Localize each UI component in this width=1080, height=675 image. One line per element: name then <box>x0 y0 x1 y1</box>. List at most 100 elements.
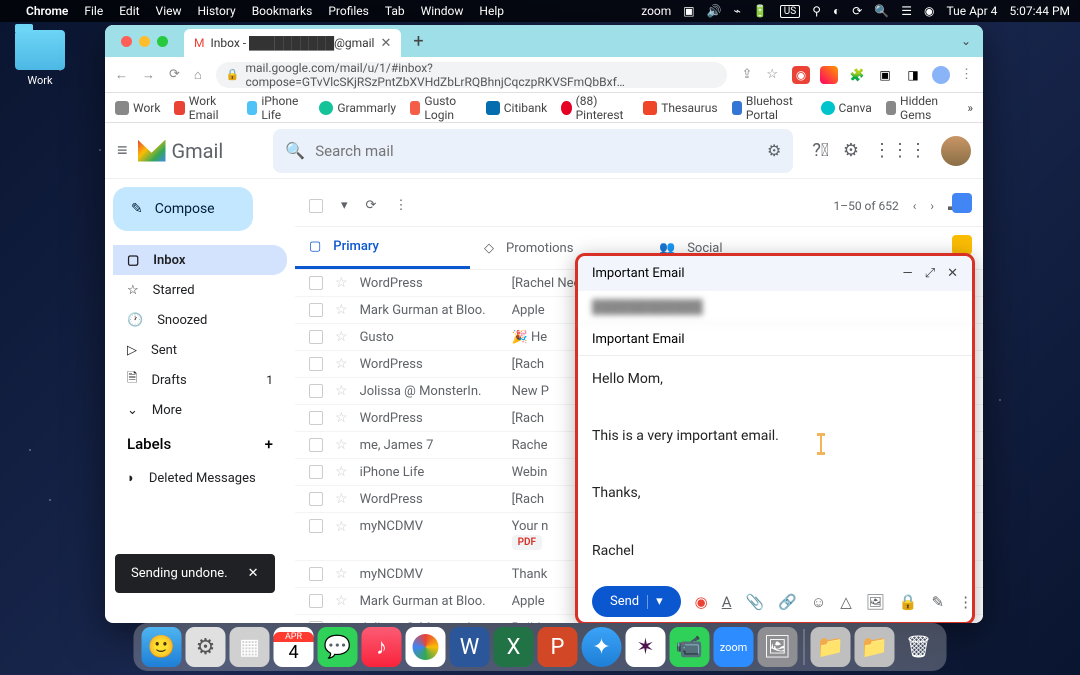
browser-tab[interactable]: M Inbox - ██████████@gmail ✕ <box>184 29 401 57</box>
signature-button[interactable]: ✎ <box>932 593 945 611</box>
minimize-compose-button[interactable]: — <box>903 266 913 281</box>
close-compose-button[interactable]: ✕ <box>947 266 958 281</box>
bookmark-item[interactable]: Hidden Gems <box>886 94 954 122</box>
sidebar-item-label[interactable]: ◗Deleted Messages <box>113 463 287 493</box>
user-icon[interactable]: ◐ <box>833 4 840 18</box>
star-button[interactable]: ☆ <box>335 329 348 345</box>
star-button[interactable]: ☆ <box>335 383 348 399</box>
bookmark-item[interactable]: Gusto Login <box>410 94 472 122</box>
select-dropdown[interactable]: ▾ <box>341 198 348 213</box>
dock-word[interactable]: W <box>450 627 490 667</box>
volume-icon[interactable]: 🔊 <box>707 4 722 18</box>
sidepanel-button[interactable]: ◨ <box>904 66 922 84</box>
reload-button[interactable]: ⟳ <box>169 67 180 82</box>
drive-button[interactable]: △ <box>840 593 852 611</box>
extensions-button[interactable]: 🧩 <box>848 66 866 84</box>
star-button[interactable]: ☆ <box>335 437 348 453</box>
emoji-button[interactable]: ☺ <box>811 593 826 611</box>
dock-facetime[interactable]: 📹 <box>670 627 710 667</box>
email-checkbox[interactable] <box>309 465 323 479</box>
bookmark-item[interactable]: Thesaurus <box>643 101 717 115</box>
dock-chrome[interactable] <box>406 627 446 667</box>
app-name[interactable]: Chrome <box>26 4 68 18</box>
home-button[interactable]: ⌂ <box>194 67 202 83</box>
extension-icon[interactable]: ◉ <box>792 66 810 84</box>
menu-edit[interactable]: Edit <box>119 4 139 18</box>
email-checkbox[interactable] <box>309 519 323 533</box>
bookmarks-overflow[interactable]: » <box>967 101 973 115</box>
extension-icon[interactable] <box>820 66 838 84</box>
new-tab-button[interactable]: + <box>413 31 423 52</box>
wifi-icon[interactable]: ⚲ <box>812 4 821 18</box>
dock-messages[interactable]: 💬 <box>318 627 358 667</box>
back-button[interactable]: ← <box>115 67 128 83</box>
prev-page-button[interactable]: ‹ <box>913 199 917 213</box>
share-button[interactable]: ⇪ <box>741 67 752 82</box>
bookmark-item[interactable]: Canva <box>821 101 872 115</box>
address-bar[interactable]: 🔒 mail.google.com/mail/u/1/#inbox?compos… <box>216 62 728 88</box>
menubar-time[interactable]: 5:07:44 PM <box>1009 4 1070 18</box>
screenshare-icon[interactable]: ▣ <box>683 4 694 18</box>
search-input[interactable] <box>305 142 767 160</box>
search-options-button[interactable]: ⚙ <box>767 141 781 160</box>
bookmark-item[interactable]: Bluehost Portal <box>732 94 807 122</box>
siri-icon[interactable]: ◉ <box>924 4 934 18</box>
dock-folder[interactable]: 📁 <box>811 627 851 667</box>
next-page-button[interactable]: › <box>930 199 934 213</box>
desktop-folder-work[interactable]: Work <box>15 30 65 87</box>
menu-bookmarks[interactable]: Bookmarks <box>252 4 313 18</box>
dock-preview[interactable]: 🖼 <box>758 627 798 667</box>
keep-addon-icon[interactable] <box>952 235 972 255</box>
email-checkbox[interactable] <box>309 438 323 452</box>
compose-header[interactable]: Important Email — ⤢ ✕ <box>578 256 972 291</box>
toast-close-button[interactable]: ✕ <box>248 566 259 581</box>
dock-launchpad[interactable]: ▦ <box>230 627 270 667</box>
dock-slack[interactable]: ✶ <box>626 627 666 667</box>
chrome-menu-button[interactable]: ⋮ <box>960 67 973 82</box>
menubar-date[interactable]: Tue Apr 4 <box>947 4 998 18</box>
confidential-button[interactable]: 🔒 <box>899 593 918 611</box>
email-checkbox[interactable] <box>309 567 323 581</box>
window-maximize-button[interactable] <box>157 36 168 47</box>
bookmark-item[interactable]: iPhone Life <box>247 94 305 122</box>
dock-excel[interactable]: X <box>494 627 534 667</box>
sidebar-item-inbox[interactable]: ▢Inbox <box>113 245 287 275</box>
profile-avatar[interactable] <box>932 66 950 84</box>
sidebar-item-snoozed[interactable]: 🕐Snoozed <box>113 305 287 335</box>
apps-button[interactable]: ⋮⋮⋮ <box>873 140 927 161</box>
star-button[interactable]: ☆ <box>335 410 348 426</box>
dock-folder[interactable]: 📁 <box>855 627 895 667</box>
zoom-menubar[interactable]: zoom <box>641 4 671 18</box>
dock-powerpoint[interactable]: P <box>538 627 578 667</box>
compose-button[interactable]: ✎ Compose <box>113 187 253 231</box>
email-checkbox[interactable] <box>309 357 323 371</box>
star-button[interactable]: ☆ <box>335 302 348 318</box>
menu-tab[interactable]: Tab <box>385 4 405 18</box>
tab-close-button[interactable]: ✕ <box>380 36 391 51</box>
send-options-button[interactable]: ▾ <box>656 594 663 609</box>
star-button[interactable]: ☆ <box>335 356 348 372</box>
star-button[interactable]: ☆ <box>335 566 348 582</box>
dock-trash[interactable]: 🗑 <box>899 627 939 667</box>
bookmark-item[interactable]: (88) Pinterest <box>561 94 629 122</box>
add-label-button[interactable]: + <box>265 435 273 453</box>
email-checkbox[interactable] <box>309 492 323 506</box>
sidebar-item-more[interactable]: ⌄More <box>113 395 287 425</box>
bookmark-item[interactable]: Grammarly <box>319 101 396 115</box>
sidebar-item-sent[interactable]: ▷Sent <box>113 335 287 365</box>
window-minimize-button[interactable] <box>139 36 150 47</box>
fullscreen-compose-button[interactable]: ⤢ <box>925 266 935 281</box>
more-options-button[interactable]: ⋮ <box>958 593 973 611</box>
email-checkbox[interactable] <box>309 384 323 398</box>
star-button[interactable]: ☆ <box>335 464 348 480</box>
sidebar-item-drafts[interactable]: 🗎Drafts1 <box>113 365 287 395</box>
calendar-addon-icon[interactable] <box>952 193 972 213</box>
tab-overflow-button[interactable]: ⌄ <box>961 34 983 48</box>
control-center-icon[interactable]: ☰ <box>901 4 912 18</box>
menu-history[interactable]: History <box>198 4 236 18</box>
keyboard-indicator[interactable]: US <box>780 5 800 18</box>
star-button[interactable]: ☆ <box>335 491 348 507</box>
bookmark-item[interactable]: Work <box>115 101 160 115</box>
dock-calendar[interactable]: APR4 <box>274 627 314 667</box>
send-button[interactable]: Send ▾ <box>592 586 681 617</box>
